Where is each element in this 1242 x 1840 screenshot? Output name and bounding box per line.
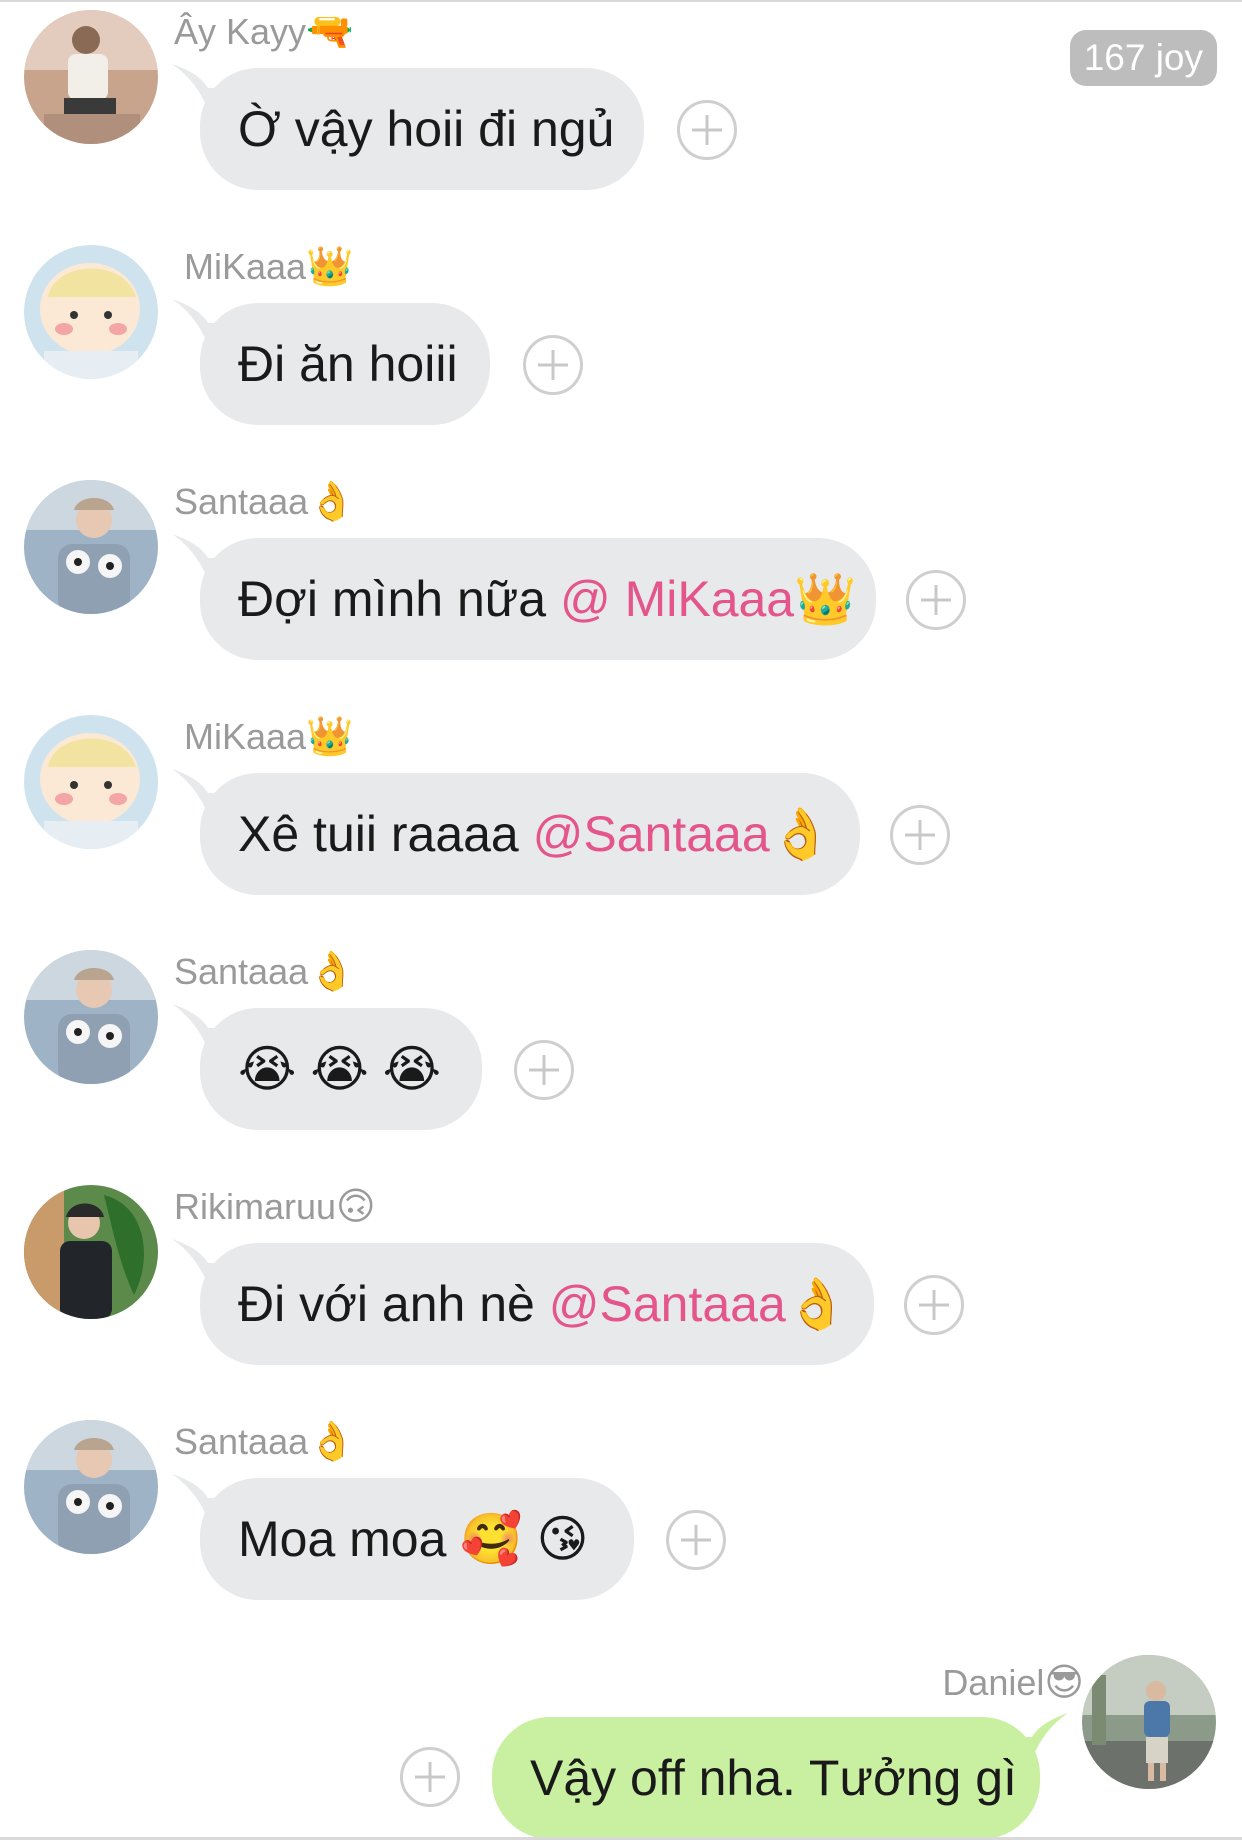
message-bubble[interactable]: Xê tuii raaaa @Santaaa👌 (172, 769, 860, 895)
message-text: Vậy off nha. Tưởng gì (530, 1750, 1017, 1806)
message-row: MiKaaa👑 Xê tuii raaaa @Santaaa👌 (0, 705, 1242, 905)
message-text: Đi ăn hoiii (238, 336, 458, 392)
outgoing-message-bubble[interactable]: Vậy off nha. Tưởng gì (492, 1713, 1068, 1839)
avatar-santaaa[interactable] (24, 1420, 158, 1554)
bubble-tail-icon (1008, 1713, 1068, 1759)
sender-label: Ây Kayy🔫 (174, 11, 354, 53)
crown-emoji-icon: 👑 (306, 246, 354, 288)
bubble-tail-icon (172, 534, 232, 580)
add-reaction-button[interactable] (906, 570, 966, 630)
ok-hand-emoji-icon: 👌 (308, 1421, 356, 1463)
sender-name: MiKaaa (184, 716, 307, 757)
sender-name: Santaaa (174, 951, 309, 992)
sunglasses-face-emoji-icon: 😎 (1044, 1662, 1084, 1704)
bubble-tail-icon (172, 64, 232, 110)
add-reaction-button[interactable] (514, 1040, 574, 1100)
sender-name: Santaaa (174, 481, 309, 522)
message-bubble[interactable]: Đợi mình nữa @ MiKaaa👑 (172, 534, 876, 660)
message-text: Ờ vậy hoii đi ngủ (238, 101, 615, 157)
message-row: Ây Kayy🔫 Ờ vậy hoii đi ngủ (0, 0, 1242, 200)
avatar-photo-icon (24, 10, 158, 144)
message-text: Moa moa 🥰 😘 (238, 1511, 589, 1567)
message-row: Santaaa👌 Moa moa 🥰 😘 (0, 1410, 1242, 1610)
add-reaction-button[interactable] (677, 100, 737, 160)
avatar-photo-icon (24, 715, 158, 849)
message-row: Santaaa👌 😭 😭 😭 (0, 940, 1242, 1140)
bubble-tail-icon (172, 769, 232, 815)
water-gun-emoji-icon: 🔫 (306, 11, 354, 53)
avatar-photo-icon (1082, 1655, 1216, 1789)
sender-name: Daniel (942, 1662, 1045, 1703)
avatar-photo-icon (24, 480, 158, 614)
avatar-mikaaa[interactable] (24, 715, 158, 849)
sender-label: Santaaa👌 (174, 951, 356, 993)
avatar-mikaaa[interactable] (24, 245, 158, 379)
sender-name: MiKaaa (184, 246, 307, 287)
mention-link[interactable]: @ MiKaaa (560, 571, 794, 627)
sender-name: Santaaa (174, 1421, 309, 1462)
chat-thread: 167 joy Ây Kayy🔫 Ờ vậy hoii đi ngủ MiKaa… (0, 0, 1242, 1840)
message-row: MiKaaa👑 Đi ăn hoiii (0, 235, 1242, 435)
message-bubble[interactable]: Moa moa 🥰 😘 (172, 1474, 634, 1600)
message-row: Rikimaruu🙃 Đi với anh nè @Santaaa👌 (0, 1175, 1242, 1375)
avatar-rikimaruu[interactable] (24, 1185, 158, 1319)
add-reaction-button[interactable] (904, 1275, 964, 1335)
add-reaction-button[interactable] (400, 1747, 460, 1807)
ok-hand-emoji-icon: 👌 (785, 1276, 849, 1332)
sender-name: Rikimaruu (174, 1186, 337, 1227)
avatar-ay-kayy[interactable] (24, 10, 158, 144)
avatar-photo-icon (24, 1185, 158, 1319)
message-row: Santaaa👌 Đợi mình nữa @ MiKaaa👑 (0, 470, 1242, 670)
crown-emoji-icon: 👑 (306, 716, 354, 758)
ok-hand-emoji-icon: 👌 (308, 951, 356, 993)
avatar-photo-icon (24, 245, 158, 379)
crown-emoji-icon: 👑 (794, 571, 857, 627)
mention-link[interactable]: @Santaaa (533, 806, 770, 862)
add-reaction-button[interactable] (890, 805, 950, 865)
sender-label: MiKaaa👑 (184, 246, 354, 288)
message-text: 😭 😭 😭 (238, 1041, 442, 1097)
bubble-tail-icon (172, 299, 232, 345)
sender-label: MiKaaa👑 (184, 716, 354, 758)
upside-down-face-emoji-icon: 🙃 (336, 1186, 376, 1228)
avatar-photo-icon (24, 1420, 158, 1554)
ok-hand-emoji-icon: 👌 (769, 806, 832, 862)
message-bubble[interactable]: Ờ vậy hoii đi ngủ (172, 64, 644, 190)
mention-link[interactable]: @Santaaa (549, 1276, 786, 1332)
message-bubble[interactable]: Đi ăn hoiii (172, 299, 490, 425)
message-bubble[interactable]: 😭 😭 😭 (172, 1004, 482, 1130)
avatar-photo-icon (24, 950, 158, 1084)
avatar-santaaa[interactable] (24, 950, 158, 1084)
sender-label: Santaaa👌 (174, 481, 356, 523)
sender-label: Santaaa👌 (174, 1421, 356, 1463)
bubble-tail-icon (172, 1239, 232, 1285)
message-text: Xê tuii raaaa (238, 806, 533, 862)
message-text: Đi với anh nè (238, 1276, 549, 1332)
sender-label: Daniel😎 (942, 1662, 1084, 1704)
message-bubble[interactable]: Đi với anh nè @Santaaa👌 (172, 1239, 874, 1365)
bubble-tail-icon (172, 1474, 232, 1520)
add-reaction-button[interactable] (666, 1510, 726, 1570)
sender-label: Rikimaruu🙃 (174, 1186, 376, 1228)
message-text: Đợi mình nữa (238, 571, 560, 627)
bubble-tail-icon (172, 1004, 232, 1050)
sender-name: Ây Kayy (174, 11, 307, 52)
avatar-santaaa[interactable] (24, 480, 158, 614)
avatar-daniel[interactable] (1082, 1655, 1216, 1789)
add-reaction-button[interactable] (523, 335, 583, 395)
outgoing-message-row: Daniel😎 Vậy off nha. Tưởng gì (0, 1655, 1242, 1840)
ok-hand-emoji-icon: 👌 (308, 481, 356, 523)
